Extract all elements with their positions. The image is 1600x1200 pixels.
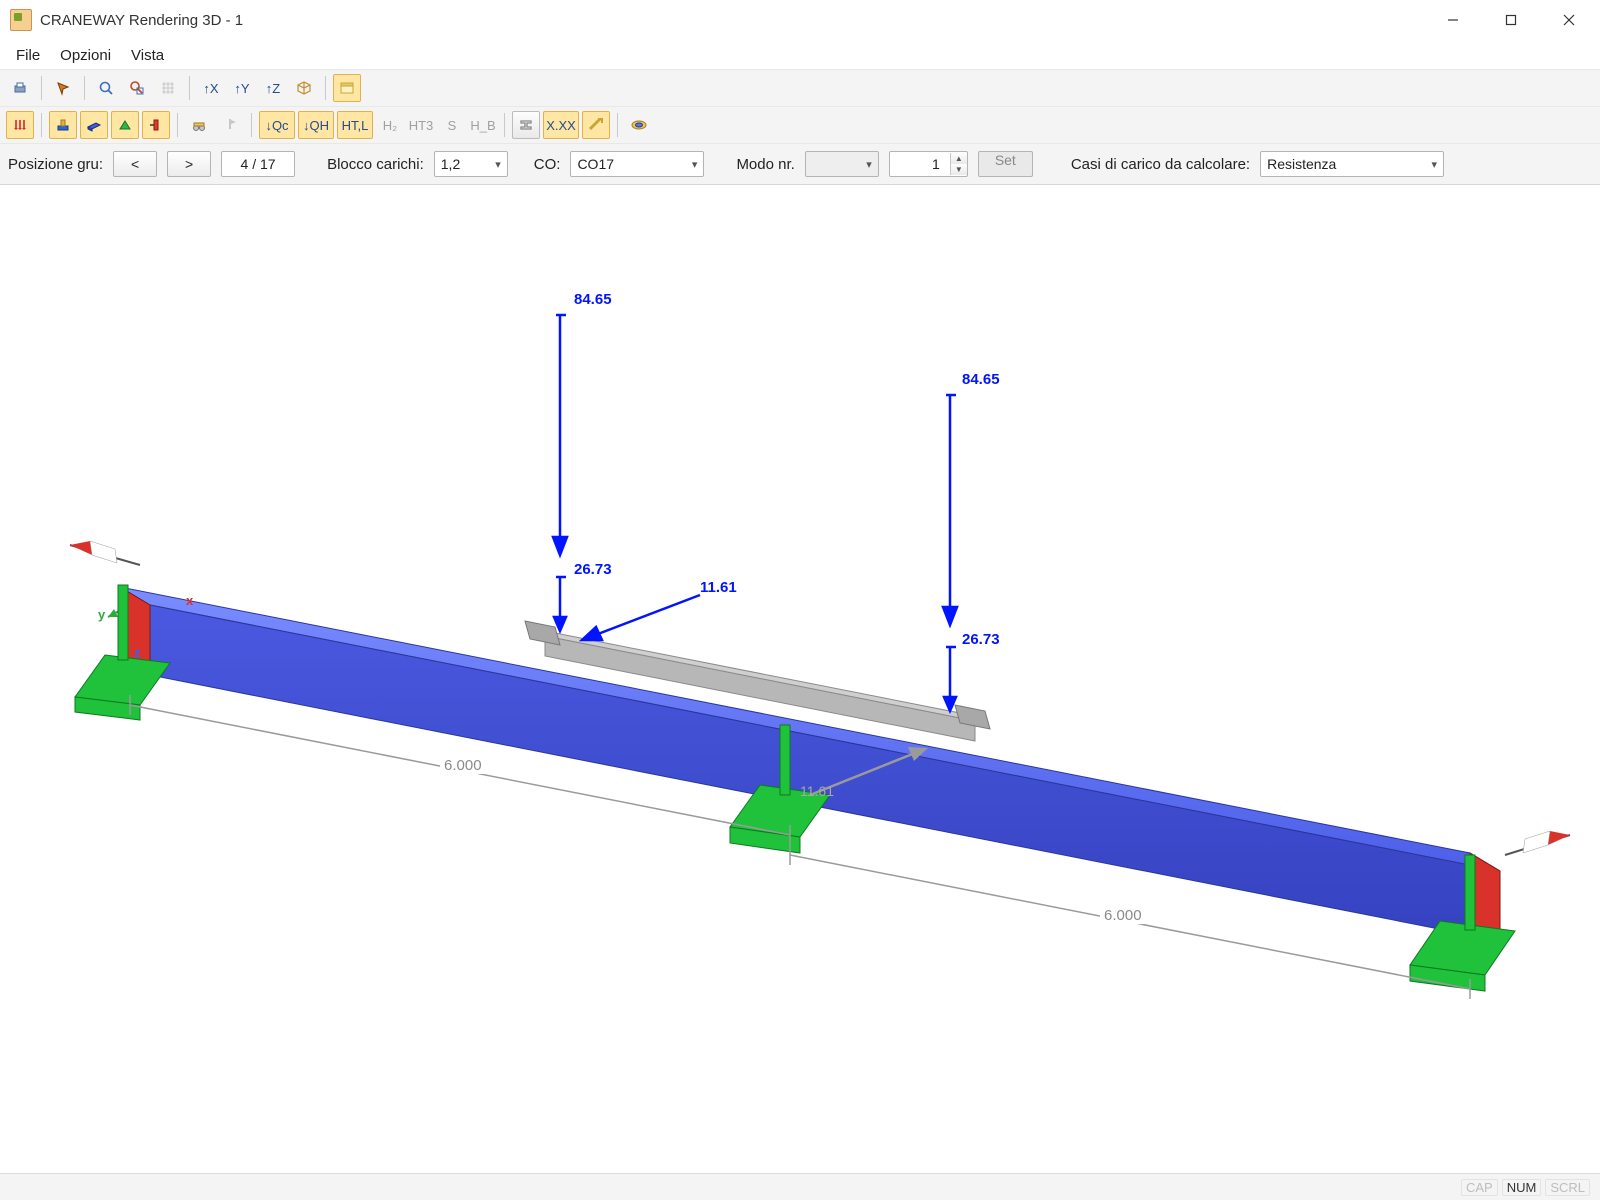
position-marker-icon[interactable]: [216, 111, 244, 139]
spin-down-icon[interactable]: ▼: [951, 164, 967, 175]
qh-icon[interactable]: ↓QH: [298, 111, 334, 139]
block-value: 1,2: [441, 156, 460, 172]
qc-icon[interactable]: ↓Qc: [259, 111, 295, 139]
view-z-icon[interactable]: ↑Z: [259, 74, 287, 102]
prev-position-button[interactable]: <: [113, 151, 157, 177]
htl-label: HT,L: [342, 118, 369, 133]
close-button[interactable]: [1540, 0, 1598, 40]
minimize-button[interactable]: [1424, 0, 1482, 40]
co-select[interactable]: CO17 ▾: [570, 151, 704, 177]
grid-icon[interactable]: [154, 74, 182, 102]
print-icon[interactable]: [6, 74, 34, 102]
mode-value: 1: [890, 156, 950, 172]
load-value-v-right: 84.65: [962, 371, 1000, 388]
spin-up-icon[interactable]: ▲: [951, 153, 967, 164]
ht3-icon[interactable]: HT3: [407, 111, 435, 139]
scene-svg: [0, 185, 1600, 1200]
menu-options[interactable]: Opzioni: [50, 45, 121, 66]
qc-label: ↓Qc: [265, 118, 288, 133]
menubar: File Opzioni Vista: [0, 41, 1600, 69]
values-label: X.XX: [546, 118, 576, 133]
view-y-label: ↑Y: [234, 81, 249, 96]
mode-label: Modo nr.: [736, 156, 794, 173]
section-icon[interactable]: [512, 111, 540, 139]
titlebar: CRANEWAY Rendering 3D - 1: [0, 0, 1600, 41]
view-y-icon[interactable]: ↑Y: [228, 74, 256, 102]
results-icon[interactable]: [625, 111, 653, 139]
toolbar-1: ↑X ↑Y ↑Z: [0, 69, 1600, 106]
co-label: CO:: [534, 156, 561, 173]
load-value-h-left: 26.73: [574, 561, 612, 578]
block-label: Blocco carichi:: [327, 156, 424, 173]
view-z-label: ↑Z: [266, 81, 280, 96]
dim-left: 6.000: [440, 757, 486, 774]
menu-file[interactable]: File: [6, 45, 50, 66]
supports-icon[interactable]: [111, 111, 139, 139]
position-value[interactable]: 4 / 17: [221, 151, 295, 177]
next-position-button[interactable]: >: [167, 151, 211, 177]
iso-view-icon[interactable]: [290, 74, 318, 102]
viewport-3d[interactable]: 84.65 84.65 26.73 26.73 11.61 11.61 6.00…: [0, 185, 1600, 1200]
cases-label: Casi di carico da calcolare:: [1071, 156, 1250, 173]
menu-view[interactable]: Vista: [121, 45, 174, 66]
chevron-down-icon: ▾: [692, 158, 698, 171]
window-title: CRANEWAY Rendering 3D - 1: [40, 12, 243, 29]
wheel-loads-icon[interactable]: [185, 111, 213, 139]
status-num: NUM: [1502, 1179, 1542, 1196]
chevron-down-icon: ▾: [495, 158, 501, 171]
show-loads-icon[interactable]: [6, 111, 34, 139]
crane-icon[interactable]: [49, 111, 77, 139]
position-label: Posizione gru:: [8, 156, 103, 173]
qh-label: ↓QH: [303, 118, 329, 133]
load-value-h-right: 26.73: [962, 631, 1000, 648]
status-scrl: SCRL: [1545, 1179, 1590, 1196]
end-stops-icon[interactable]: [142, 111, 170, 139]
zoom-icon[interactable]: [92, 74, 120, 102]
cases-value: Resistenza: [1267, 156, 1336, 172]
co-value: CO17: [577, 156, 614, 172]
chevron-down-icon: ▾: [866, 158, 872, 171]
hb-icon[interactable]: H_B: [469, 111, 497, 139]
axis-x: x: [186, 593, 193, 608]
load-value-v-left: 84.65: [574, 291, 612, 308]
hb-label: H_B: [470, 118, 495, 133]
s-icon[interactable]: S: [438, 111, 466, 139]
load-value-mid: 11.61: [800, 783, 834, 799]
status-cap: CAP: [1461, 1179, 1498, 1196]
h2-icon[interactable]: H₂: [376, 111, 404, 139]
new-window-icon[interactable]: [333, 74, 361, 102]
chevron-down-icon: ▾: [1432, 158, 1438, 171]
values-icon[interactable]: X.XX: [543, 111, 579, 139]
toolbar-2: ↓Qc ↓QH HT,L H₂ HT3 S H_B X.XX: [0, 106, 1600, 143]
axis-z: z: [134, 645, 141, 660]
load-value-lateral: 11.61: [700, 579, 737, 596]
h2-label: H₂: [383, 118, 397, 133]
dim-right: 6.000: [1100, 907, 1146, 924]
view-x-icon[interactable]: ↑X: [197, 74, 225, 102]
status-bar: CAP NUM SCRL: [0, 1173, 1600, 1200]
axis-y: y: [98, 607, 105, 622]
cases-select[interactable]: Resistenza ▾: [1260, 151, 1444, 177]
measure-icon[interactable]: [582, 111, 610, 139]
htl-icon[interactable]: HT,L: [337, 111, 373, 139]
mode-disabled-select: ▾: [805, 151, 879, 177]
view-x-label: ↑X: [203, 81, 218, 96]
beam-solid-icon[interactable]: [80, 111, 108, 139]
ht3-label: HT3: [409, 118, 434, 133]
maximize-button[interactable]: [1482, 0, 1540, 40]
zoom-window-icon[interactable]: [123, 74, 151, 102]
set-button[interactable]: Set: [978, 151, 1033, 177]
params-bar: Posizione gru: < > 4 / 17 Blocco carichi…: [0, 143, 1600, 185]
s-label: S: [448, 118, 457, 133]
mode-number-spin[interactable]: 1 ▲▼: [889, 151, 968, 177]
block-select[interactable]: 1,2 ▾: [434, 151, 508, 177]
app-icon: [10, 9, 32, 31]
select-icon[interactable]: [49, 74, 77, 102]
